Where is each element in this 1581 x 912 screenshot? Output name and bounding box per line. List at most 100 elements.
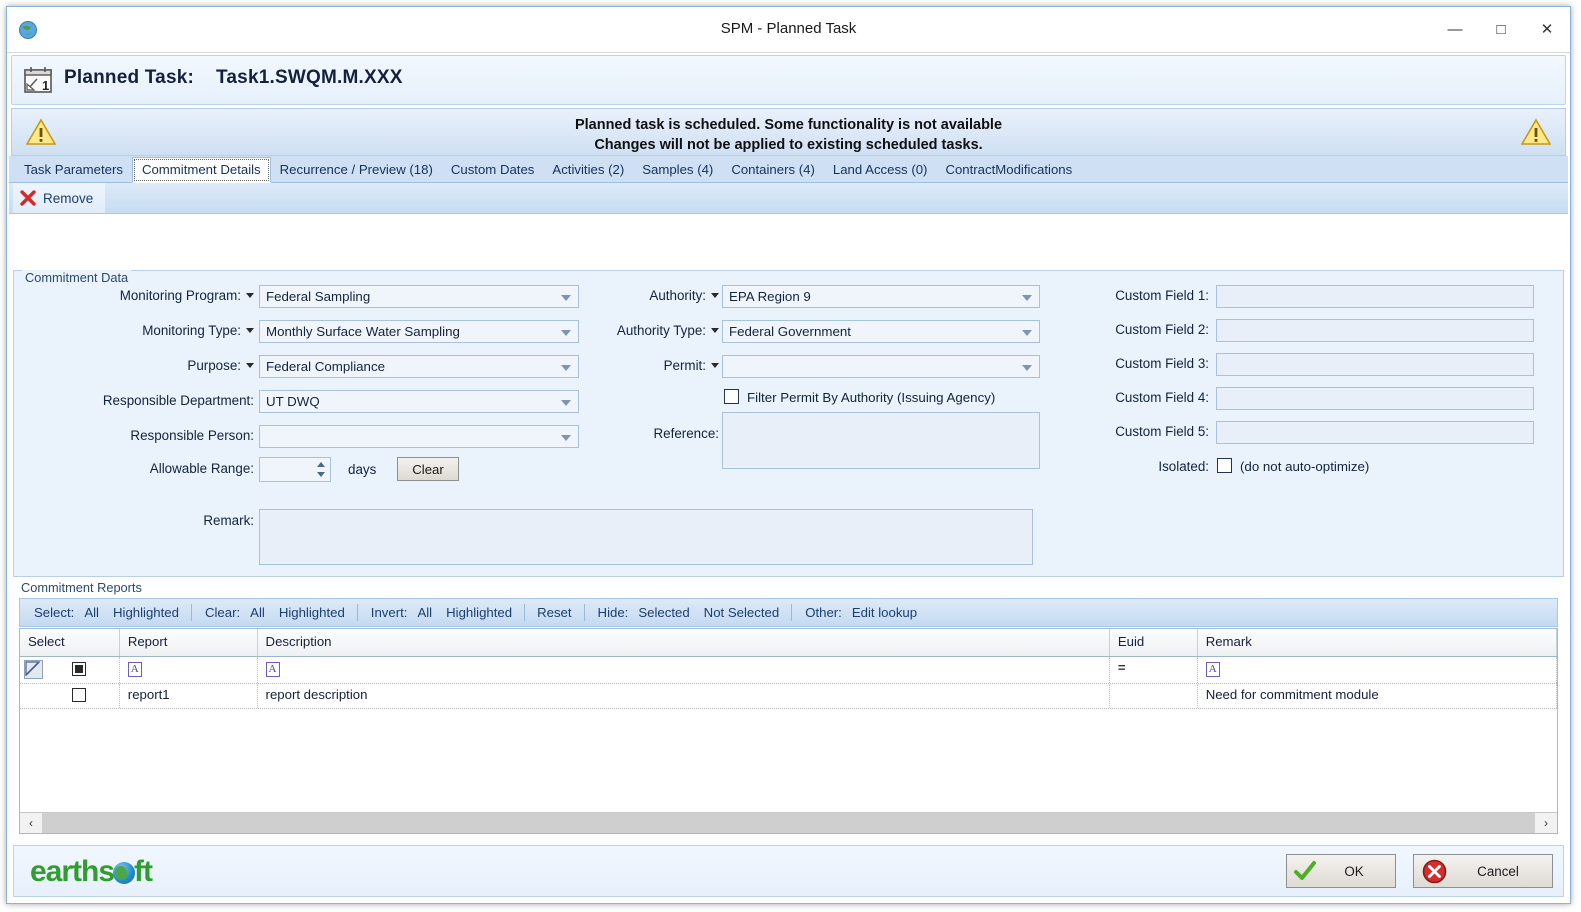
authority-type-value: Federal Government	[729, 324, 851, 339]
monitoring-type-combo[interactable]: Monthly Surface Water Sampling	[259, 320, 579, 343]
allowable-range-stepper[interactable]	[259, 457, 331, 482]
warning-line-2: Changes will not be applied to existing …	[594, 137, 983, 153]
page-header: 1 Planned Task: Task1.SWQM.M.XXX	[11, 55, 1566, 105]
tab-containers[interactable]: Containers (4)	[722, 158, 824, 182]
reset-link[interactable]: Reset	[530, 603, 578, 622]
chevron-down-icon[interactable]	[711, 363, 719, 368]
close-button[interactable]: ✕	[1524, 7, 1570, 51]
custom-field-4-input[interactable]	[1216, 387, 1534, 410]
select-all-link[interactable]: All	[77, 603, 106, 622]
filter-cell-euid[interactable]: =	[1110, 657, 1198, 683]
tab-commitment-details[interactable]: Commitment Details	[131, 157, 271, 183]
filter-cell-description[interactable]: A	[258, 657, 1110, 683]
table-row[interactable]: report1 report description Need for comm…	[20, 684, 1557, 709]
clear-key-label: Clear:	[204, 605, 241, 620]
custom-field-1-input[interactable]	[1216, 285, 1534, 308]
chevron-down-icon[interactable]	[246, 363, 254, 368]
tab-custom-dates[interactable]: Custom Dates	[442, 158, 544, 182]
spinner-up-icon[interactable]	[317, 462, 325, 467]
row-cell-description[interactable]: report description	[258, 684, 1110, 708]
scroll-left-arrow-icon[interactable]: ‹	[20, 813, 42, 833]
label-permit: Permit:	[574, 358, 719, 373]
chevron-down-icon[interactable]	[711, 293, 719, 298]
column-header-select[interactable]: Select	[20, 629, 120, 656]
clear-highlighted-link[interactable]: Highlighted	[272, 603, 352, 622]
column-header-euid[interactable]: Euid	[1110, 629, 1198, 656]
tab-land-access[interactable]: Land Access (0)	[824, 158, 937, 182]
chevron-down-icon[interactable]	[561, 365, 571, 371]
invert-highlighted-link[interactable]: Highlighted	[439, 603, 519, 622]
filter-cell-report[interactable]: A	[120, 657, 258, 683]
chevron-down-icon[interactable]	[246, 293, 254, 298]
logo-text-1: earths	[30, 855, 115, 888]
filter-cell-select[interactable]	[20, 657, 120, 683]
responsible-department-combo[interactable]: UT DWQ	[259, 390, 579, 413]
monitoring-program-value: Federal Sampling	[266, 289, 371, 304]
tab-contract-modifications[interactable]: ContractModifications	[936, 158, 1081, 182]
row-cell-report[interactable]: report1	[120, 684, 258, 708]
monitoring-program-combo[interactable]: Federal Sampling	[259, 285, 579, 308]
cancel-button[interactable]: Cancel	[1413, 854, 1553, 888]
maximize-button[interactable]: □	[1478, 7, 1524, 51]
column-header-remark[interactable]: Remark	[1198, 629, 1557, 656]
filter-permit-label: Filter Permit By Authority (Issuing Agen…	[747, 390, 996, 405]
chevron-down-icon[interactable]	[561, 435, 571, 441]
column-header-report[interactable]: Report	[120, 629, 258, 656]
custom-field-3-input[interactable]	[1216, 353, 1534, 376]
commitment-data-panel: Commitment Data Monitoring Program: Fede…	[13, 270, 1564, 577]
remove-button-label: Remove	[43, 190, 94, 206]
remark-textarea[interactable]	[259, 509, 1033, 565]
chevron-down-icon[interactable]	[561, 330, 571, 336]
authority-value: EPA Region 9	[729, 289, 811, 304]
remove-button[interactable]: Remove	[13, 183, 106, 213]
hide-not-selected-link[interactable]: Not Selected	[697, 603, 787, 622]
responsible-department-value: UT DWQ	[266, 394, 320, 409]
authority-combo[interactable]: EPA Region 9	[722, 285, 1040, 308]
chevron-down-icon[interactable]	[561, 295, 571, 301]
reference-textarea[interactable]	[722, 412, 1040, 469]
reports-grid: Select Report Description Euid Remark A …	[19, 628, 1558, 834]
select-highlighted-link[interactable]: Highlighted	[106, 603, 186, 622]
row-cell-select[interactable]	[20, 684, 120, 708]
green-check-icon	[1287, 860, 1323, 882]
spinner-down-icon[interactable]	[317, 472, 325, 477]
authority-type-combo[interactable]: Federal Government	[722, 320, 1040, 343]
other-key-label: Other:	[805, 605, 842, 620]
grid-filter-row[interactable]: A A = A	[20, 657, 1557, 684]
ok-button[interactable]: OK	[1286, 854, 1396, 888]
row-cell-euid[interactable]	[1110, 684, 1198, 708]
filter-cell-remark[interactable]: A	[1198, 657, 1557, 683]
custom-field-2-input[interactable]	[1216, 319, 1534, 342]
isolated-checkbox[interactable]	[1217, 458, 1232, 473]
clear-button[interactable]: Clear	[397, 457, 459, 481]
invert-all-link[interactable]: All	[410, 603, 439, 622]
tab-activities[interactable]: Activities (2)	[543, 158, 633, 182]
chevron-down-icon[interactable]	[246, 328, 254, 333]
application-window: SPM - Planned Task — □ ✕ 1 Planned Task:…	[6, 6, 1571, 904]
svg-text:1: 1	[42, 78, 49, 93]
custom-field-5-input[interactable]	[1216, 421, 1534, 444]
responsible-person-combo[interactable]	[259, 425, 579, 448]
clear-all-link[interactable]: All	[243, 603, 272, 622]
earthsoft-logo: earths ft	[30, 855, 153, 889]
chevron-down-icon[interactable]	[561, 400, 571, 406]
tab-recurrence-preview[interactable]: Recurrence / Preview (18)	[271, 158, 442, 182]
warning-line-1: Planned task is scheduled. Some function…	[574, 117, 1003, 133]
filter-indicator-icon[interactable]	[24, 660, 43, 679]
purpose-combo[interactable]: Federal Compliance	[259, 355, 579, 378]
tab-task-parameters[interactable]: Task Parameters	[15, 158, 132, 182]
row-select-checkbox[interactable]	[72, 688, 86, 702]
row-cell-remark[interactable]: Need for commitment module	[1198, 684, 1557, 708]
horizontal-scrollbar[interactable]: ‹ ›	[20, 812, 1557, 833]
commitment-reports-panel: Commitment Reports Select: All Highlight…	[13, 580, 1564, 850]
scroll-right-arrow-icon[interactable]: ›	[1535, 813, 1557, 833]
column-header-description[interactable]: Description	[258, 629, 1110, 656]
hide-selected-link[interactable]: Selected	[631, 603, 696, 622]
permit-combo[interactable]	[722, 355, 1040, 378]
tab-samples[interactable]: Samples (4)	[633, 158, 722, 182]
edit-lookup-link[interactable]: Edit lookup	[845, 603, 924, 622]
filter-permit-checkbox[interactable]	[724, 389, 739, 404]
filter-select-checkbox[interactable]	[72, 662, 86, 676]
chevron-down-icon[interactable]	[711, 328, 719, 333]
minimize-button[interactable]: —	[1432, 7, 1478, 51]
